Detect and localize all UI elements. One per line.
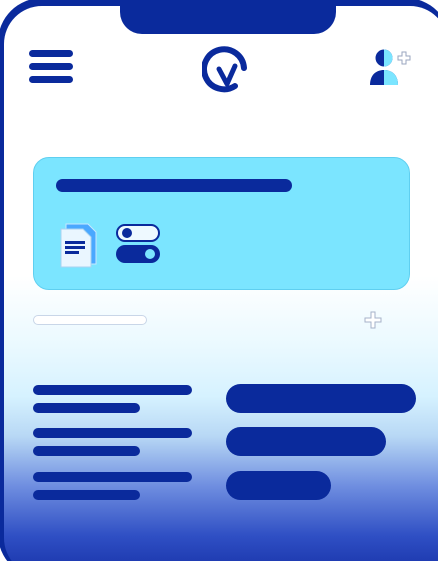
toggle-knob — [122, 228, 132, 238]
list-item-subtitle — [33, 446, 140, 456]
menu-line — [29, 76, 73, 83]
list-item-title — [33, 428, 192, 438]
toggle-group — [116, 224, 162, 268]
card-title-placeholder — [56, 179, 292, 192]
hamburger-menu-icon[interactable] — [29, 50, 73, 84]
action-button-short[interactable] — [226, 471, 331, 500]
search-input[interactable] — [33, 315, 147, 325]
list-item-title — [33, 472, 192, 482]
toggle-switch-on[interactable] — [116, 245, 160, 263]
plus-icon[interactable] — [364, 311, 382, 329]
list-item-subtitle — [33, 490, 140, 500]
q-checkmark-logo-icon[interactable] — [202, 46, 250, 94]
action-button-wide[interactable] — [226, 384, 416, 413]
info-card[interactable] — [33, 157, 410, 290]
document-icon[interactable] — [60, 220, 98, 268]
app-mockup — [0, 0, 438, 561]
list-item-subtitle — [33, 403, 140, 413]
add-user-icon[interactable] — [366, 48, 414, 88]
list-item-title — [33, 385, 192, 395]
action-button-medium[interactable] — [226, 427, 386, 456]
menu-line — [29, 50, 73, 57]
menu-line — [29, 63, 73, 70]
phone-notch — [120, 6, 336, 34]
toggle-knob — [145, 249, 155, 259]
toggle-switch-off[interactable] — [116, 224, 160, 242]
